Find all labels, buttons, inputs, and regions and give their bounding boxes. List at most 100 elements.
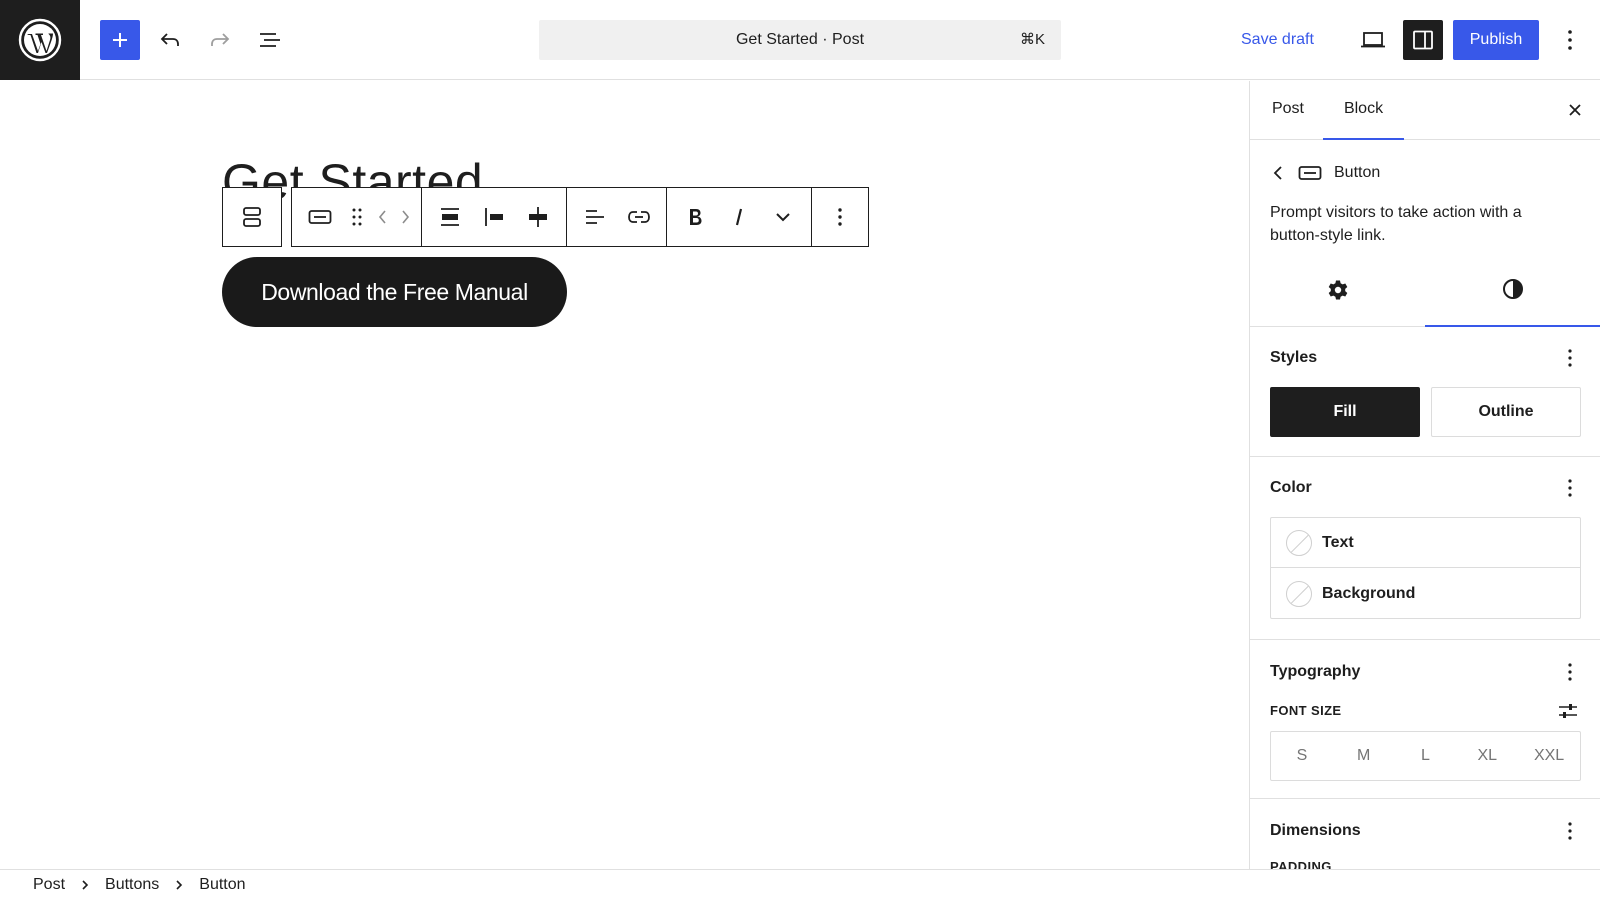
font-size-xl[interactable]: XL [1456,732,1518,780]
style-fill-option[interactable]: Fill [1270,387,1420,437]
close-icon [1569,104,1581,116]
vertical-align-icon [529,207,547,227]
link-button[interactable] [617,195,661,239]
close-sidebar-button[interactable] [1564,99,1586,121]
typography-options-button[interactable] [1562,660,1578,684]
block-type-button[interactable] [298,195,342,239]
preview-button[interactable] [1353,20,1393,60]
color-background-label: Background [1322,585,1416,602]
save-draft-button[interactable]: Save draft [1241,20,1314,60]
document-overview-button[interactable] [250,20,290,60]
italic-button[interactable] [717,195,761,239]
justify-center-button[interactable] [428,195,472,239]
back-to-parent-button[interactable] [1270,165,1286,181]
panel-title-styles: Styles [1270,349,1318,366]
color-options-button[interactable] [1562,476,1578,500]
chevron-left-icon [1273,166,1282,180]
dimensions-options-button[interactable] [1562,819,1578,843]
block-toolbar [222,187,869,247]
bold-icon [690,209,702,225]
redo-button[interactable] [200,20,240,60]
tab-settings[interactable] [1250,253,1425,327]
color-settings-list: Text Background [1270,517,1581,619]
italic-icon [735,208,743,226]
block-description: Prompt visitors to take action with a bu… [1270,204,1522,244]
sidebar-tabs: Post Block [1250,81,1600,140]
settings-sidebar: Post Block Button Prompt visitors to tak… [1249,81,1600,869]
drag-handle[interactable] [342,195,372,239]
buttons-parent-icon [243,207,261,227]
document-title: Get Started · Post [735,31,865,48]
breadcrumb-button: Button [199,876,246,893]
panel-title-color: Color [1270,479,1312,496]
vertical-ellipsis-icon [1568,30,1572,50]
empty-color-swatch-icon [1286,581,1312,607]
button-block-icon [308,210,331,224]
block-inserter-button[interactable] [100,20,140,60]
publish-button[interactable]: Publish [1453,20,1539,60]
vertical-ellipsis-icon [1568,479,1572,497]
vertical-ellipsis-icon [1568,663,1572,681]
tab-post[interactable]: Post [1270,81,1306,140]
block-breadcrumb: Post Buttons Button [0,869,1600,900]
chevron-right-icon [65,875,105,895]
gear-icon [1328,280,1347,300]
color-text-item[interactable]: Text [1271,518,1580,568]
block-options-button[interactable] [818,195,862,239]
chevron-right-icon [159,875,199,895]
panel-title-typography: Typography [1270,663,1361,680]
drag-handle-icon [352,208,361,226]
font-size-picker: S M L XL XXL [1270,731,1581,781]
chevron-down-icon [776,213,790,222]
inspector-tabs [1250,253,1600,327]
editor-canvas[interactable]: Get Started Download the Free Manual [0,81,1249,869]
block-name: Button [1334,164,1381,181]
options-menu-button[interactable] [1550,20,1590,60]
undo-button[interactable] [150,20,190,60]
justify-left-icon [485,208,503,226]
settings-sidebar-toggle[interactable] [1403,20,1443,60]
desktop-preview-icon [1361,32,1385,48]
custom-font-size-button[interactable] [1556,699,1580,723]
plus-icon [113,33,127,47]
justify-left-button[interactable] [472,195,516,239]
vertical-ellipsis-icon [1568,822,1572,840]
style-outline-option[interactable]: Outline [1431,387,1581,437]
tab-block[interactable]: Block [1323,81,1404,140]
list-view-icon [260,33,280,47]
move-block-buttons[interactable] [372,195,416,239]
font-size-xxl[interactable]: XXL [1518,732,1580,780]
block-mover-group [290,187,423,247]
padding-label: PADDING [1270,859,1332,869]
font-size-s[interactable]: S [1271,732,1333,780]
color-background-item[interactable]: Background [1271,569,1580,619]
wordpress-logo-button[interactable] [0,0,80,80]
bold-button[interactable] [673,195,717,239]
more-formatting-button[interactable] [761,195,805,239]
font-size-l[interactable]: L [1395,732,1457,780]
styles-options-button[interactable] [1562,346,1578,370]
breadcrumb-buttons[interactable]: Buttons [105,876,159,894]
editor-header: Get Started · Post ⌘K Save draft Publish [0,0,1600,80]
command-palette-bar[interactable]: Get Started · Post ⌘K [539,20,1061,60]
keyboard-shortcut-hint: ⌘K [1019,31,1045,48]
breadcrumb-post[interactable]: Post [33,876,65,894]
font-size-m[interactable]: M [1333,732,1395,780]
sidebar-toggle-icon [1413,30,1433,50]
text-align-left-icon [585,210,604,224]
panel-title-dimensions: Dimensions [1270,822,1361,839]
redo-icon [211,33,230,46]
settings-sliders-icon [1559,704,1577,718]
block-card-header: Button [1270,161,1380,185]
vertical-ellipsis-icon [837,208,842,226]
vertical-ellipsis-icon [1568,349,1572,367]
link-icon [627,211,650,223]
empty-color-swatch-icon [1286,529,1312,556]
formatting-group [666,187,812,247]
vertical-alignment-button[interactable] [516,195,560,239]
tab-styles[interactable] [1425,253,1600,327]
text-align-button[interactable] [573,195,617,239]
move-arrows-icon [378,210,409,224]
button-block[interactable]: Download the Free Manual [222,257,567,327]
select-parent-button[interactable] [222,187,282,247]
